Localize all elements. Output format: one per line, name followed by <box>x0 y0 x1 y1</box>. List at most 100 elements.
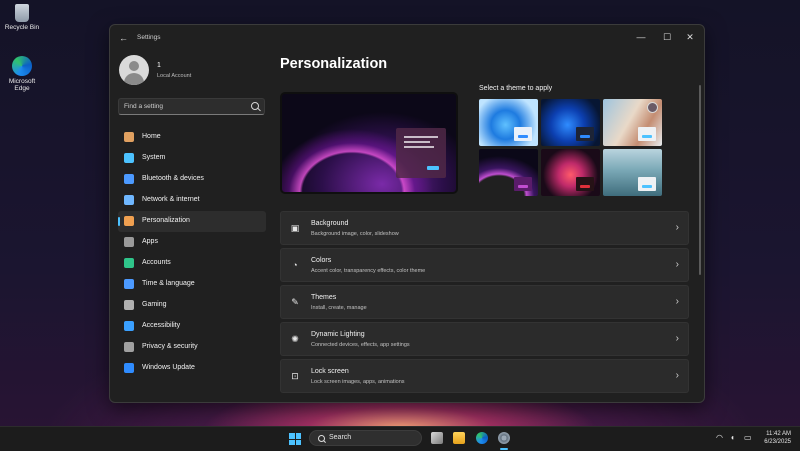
preview-line <box>404 136 438 138</box>
battery-icon[interactable]: ▭ <box>744 433 752 442</box>
back-button[interactable]: ← <box>119 33 128 43</box>
sidebar-item-time-language[interactable]: Time & language <box>118 274 266 295</box>
lock-screen-icon: ⊡ <box>291 371 299 381</box>
card-subtitle: Background image, color, slideshow <box>311 231 399 237</box>
theme-tile[interactable] <box>541 149 600 196</box>
sidebar-item-accounts[interactable]: Accounts <box>118 253 266 274</box>
sidebar-item-windows-update[interactable]: Windows Update <box>118 358 266 379</box>
card-dynamic-lighting[interactable]: ✺ Dynamic Lighting Connected devices, ef… <box>280 322 689 356</box>
taskbar-search-label: Search <box>329 434 352 441</box>
sidebar-item-apps[interactable]: Apps <box>118 232 266 253</box>
accessibility-icon <box>124 321 134 331</box>
edge-icon[interactable] <box>476 432 488 444</box>
clock[interactable]: 11:42 AM 6/23/2025 <box>764 430 791 446</box>
chevron-right-icon: › <box>675 259 679 270</box>
theme-heading: Select a theme to apply <box>479 85 553 92</box>
card-lock-screen[interactable]: ⊡ Lock screen Lock screen images, apps, … <box>280 359 689 393</box>
theme-tile[interactable] <box>541 99 600 146</box>
file-explorer-icon[interactable] <box>453 432 465 444</box>
window-title: Settings <box>137 34 161 41</box>
apps-icon <box>124 237 134 247</box>
chevron-right-icon: › <box>675 370 679 381</box>
preview-line <box>404 146 434 148</box>
search-icon <box>318 435 325 442</box>
theme-window-chip <box>638 177 656 191</box>
accounts-icon <box>124 258 134 268</box>
taskbar: Search ◠ ◖ ▭ 11:42 AM 6/23/2025 <box>0 426 800 451</box>
sidebar-item-label: Windows Update <box>142 364 195 371</box>
theme-window-chip <box>576 177 594 191</box>
sidebar-item-privacy-security[interactable]: Privacy & security <box>118 337 266 358</box>
sidebar-item-label: Accounts <box>142 259 171 266</box>
sidebar-item-label: Personalization <box>142 217 190 224</box>
network-icon <box>124 195 134 205</box>
sidebar-item-system[interactable]: System <box>118 148 266 169</box>
search-icon[interactable] <box>251 102 259 110</box>
theme-preview <box>280 92 458 194</box>
preview-window-shape <box>396 128 446 178</box>
settings-window: ← Settings — ☐ ✕ 1 Local Account Home Sy… <box>109 24 705 403</box>
volume-icon[interactable]: ◖ <box>730 433 735 442</box>
preview-line <box>404 141 430 143</box>
pen-icon: ✎ <box>291 297 299 307</box>
shield-icon <box>124 342 134 352</box>
card-themes[interactable]: ✎ Themes Install, create, manage › <box>280 285 689 319</box>
chevron-right-icon: › <box>675 222 679 233</box>
card-subtitle: Install, create, manage <box>311 305 367 311</box>
main-content: Personalization Select a theme to apply … <box>280 25 704 402</box>
sidebar-item-network[interactable]: Network & internet <box>118 190 266 211</box>
sidebar-item-label: Apps <box>142 238 158 245</box>
sidebar-item-personalization[interactable]: Personalization <box>118 211 266 232</box>
globe-clock-icon <box>124 279 134 289</box>
wifi-icon[interactable]: ◠ <box>716 433 723 442</box>
theme-badge-icon <box>647 102 658 113</box>
sidebar-nav: Home System Bluetooth & devices Network … <box>118 127 266 379</box>
sidebar-item-label: Privacy & security <box>142 343 198 350</box>
desktop-icon-recycle-bin[interactable]: Recycle Bin <box>2 4 42 31</box>
desktop-icon-microsoft-edge[interactable]: Microsoft Edge <box>2 56 42 92</box>
sidebar-item-label: Bluetooth & devices <box>142 175 204 182</box>
sidebar-item-label: Time & language <box>142 280 195 287</box>
windows-logo-icon <box>295 433 301 439</box>
card-colors[interactable]: ◔ Colors Accent color, transparency effe… <box>280 248 689 282</box>
sidebar-item-home[interactable]: Home <box>118 127 266 148</box>
theme-window-chip <box>638 127 656 141</box>
card-background[interactable]: ▣ Background Background image, color, sl… <box>280 211 689 245</box>
home-icon <box>124 132 134 142</box>
update-icon <box>124 363 134 373</box>
brush-icon <box>124 216 134 226</box>
settings-search-input[interactable] <box>124 101 244 112</box>
avatar-head-shape <box>129 61 139 71</box>
avatar <box>119 55 149 85</box>
gamepad-icon <box>124 300 134 310</box>
taskbar-search[interactable]: Search <box>309 430 422 446</box>
theme-tile[interactable] <box>603 149 662 196</box>
clock-date: 6/23/2025 <box>764 439 791 445</box>
windows-logo-icon <box>289 439 295 445</box>
card-title: Themes <box>311 294 337 301</box>
sidebar-item-accessibility[interactable]: Accessibility <box>118 316 266 337</box>
user-name: 1 <box>157 62 161 69</box>
settings-gear-icon[interactable] <box>498 432 510 444</box>
card-subtitle: Connected devices, effects, app settings <box>311 342 410 348</box>
sidebar-item-label: Accessibility <box>142 322 181 329</box>
start-button[interactable] <box>289 433 301 445</box>
light-icon: ✺ <box>291 334 299 344</box>
sidebar-item-bluetooth[interactable]: Bluetooth & devices <box>118 169 266 190</box>
monitor-icon <box>124 153 134 163</box>
chevron-right-icon: › <box>675 296 679 307</box>
user-account-type: Local Account <box>157 73 192 79</box>
theme-tile[interactable] <box>479 149 538 196</box>
settings-search-box[interactable] <box>118 98 265 115</box>
sidebar-item-label: Gaming <box>142 301 167 308</box>
page-title: Personalization <box>280 56 388 72</box>
scrollbar[interactable] <box>699 85 701 275</box>
avatar-body-shape <box>124 73 144 85</box>
theme-tile[interactable] <box>603 99 662 146</box>
sidebar-item-gaming[interactable]: Gaming <box>118 295 266 316</box>
recycle-bin-icon <box>15 4 29 22</box>
task-view-icon[interactable] <box>431 432 443 444</box>
theme-window-chip <box>514 177 532 191</box>
sidebar-item-label: Network & internet <box>142 196 200 203</box>
theme-tile[interactable] <box>479 99 538 146</box>
